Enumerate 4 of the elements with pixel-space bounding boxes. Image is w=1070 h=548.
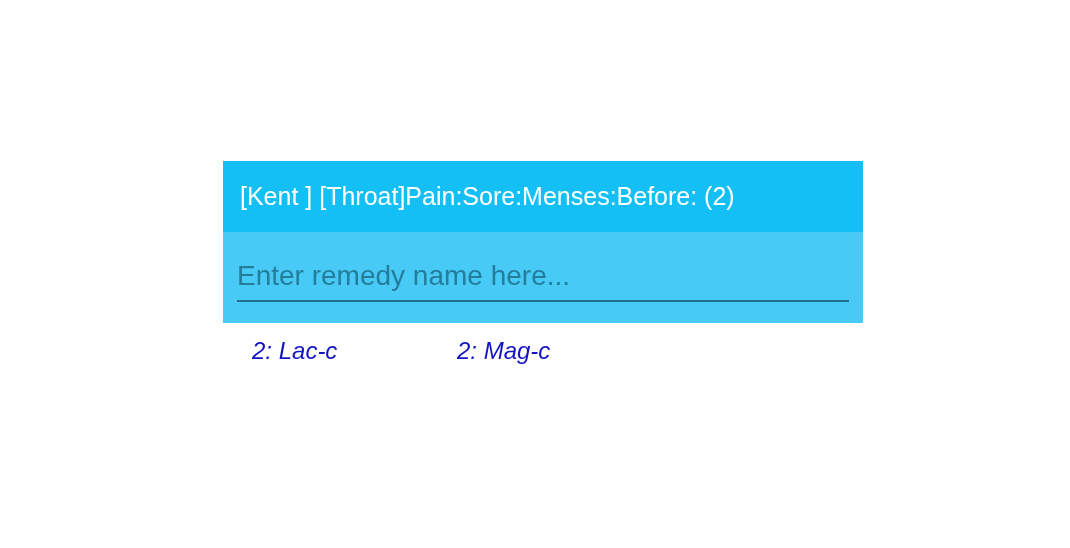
remedy-link[interactable]: 2: Mag-c xyxy=(457,337,662,365)
remedy-link[interactable]: 2: Lac-c xyxy=(252,337,457,365)
rubric-title: [Kent ] [Throat]Pain:Sore:Menses:Before: (2) xyxy=(240,182,735,211)
remedy-search-field[interactable]: Enter remedy name here... xyxy=(223,232,863,323)
